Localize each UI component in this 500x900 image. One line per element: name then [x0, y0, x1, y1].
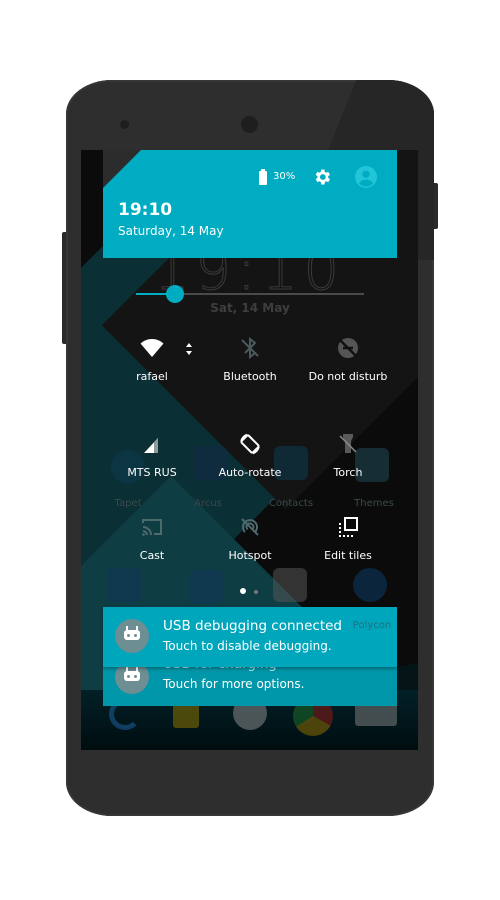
status-time: 19:10 — [118, 200, 173, 220]
gear-icon[interactable] — [312, 167, 332, 187]
tile-label: Hotspot — [228, 549, 272, 562]
tile-auto-rotate[interactable]: Auto-rotate — [200, 432, 300, 479]
tile-label: Auto-rotate — [218, 466, 282, 479]
tile-cast[interactable]: Cast — [102, 515, 202, 562]
app-icon-play-store — [273, 568, 307, 602]
android-debug-icon — [124, 626, 140, 640]
tile-label: rafael — [136, 370, 168, 383]
do-not-disturb-off-icon — [338, 338, 358, 358]
notification-usb-debugging[interactable]: USB debugging connected Touch to disable… — [103, 607, 397, 667]
tile-label: Edit tiles — [324, 549, 372, 562]
cellular-signal-icon — [144, 438, 158, 453]
proximity-sensor — [120, 120, 129, 129]
tile-label: MTS RUS — [127, 466, 177, 479]
tile-label: Do not disturb — [308, 370, 388, 383]
tile-torch[interactable]: Torch — [298, 432, 398, 479]
tile-label: Bluetooth — [223, 370, 277, 383]
notification-title: USB debugging connected — [163, 618, 343, 634]
wifi-icon — [140, 339, 164, 357]
page-indicator — [240, 579, 261, 598]
lockscreen-date: Sat, 14 May — [210, 301, 290, 315]
cast-icon — [142, 519, 162, 536]
battery-percent: 30% — [273, 171, 296, 182]
data-activity-icon — [186, 343, 192, 355]
page-dot[interactable] — [254, 590, 259, 594]
notification-usb-charging[interactable]: USB for charging Touch for more options. — [103, 656, 397, 706]
app-label-arcus: Arcus — [194, 498, 222, 509]
quick-settings-header: 30% 19:10 Saturday, 14 May — [103, 150, 397, 258]
app-label-tapet: Tapet — [114, 498, 142, 509]
battery-charging-icon — [259, 169, 267, 185]
tile-cellular[interactable]: MTS RUS — [102, 432, 202, 479]
app-icon-cloud — [189, 570, 223, 604]
page-dot-active[interactable] — [240, 588, 246, 594]
screen-rotation-icon — [240, 433, 260, 455]
front-camera — [241, 116, 258, 133]
tile-edit-tiles[interactable]: Edit tiles — [298, 515, 398, 562]
app-icon-polycon — [353, 568, 387, 602]
notification-icon — [115, 619, 149, 653]
status-date: Saturday, 14 May — [118, 224, 224, 238]
notification-text: Touch for more options. — [163, 677, 305, 691]
bluetooth-off-icon — [241, 336, 259, 360]
app-label-contacts: Contacts — [268, 498, 314, 509]
hotspot-off-icon — [241, 518, 259, 536]
edit-tiles-icon — [339, 517, 358, 537]
tile-do-not-disturb[interactable]: Do not disturb — [298, 336, 398, 383]
android-debug-icon — [124, 667, 140, 681]
tile-label: Torch — [333, 466, 363, 479]
app-label-polycon: Polycon — [352, 620, 392, 631]
flashlight-off-icon — [339, 434, 357, 453]
tile-hotspot[interactable]: Hotspot — [200, 515, 300, 562]
tile-label: Cast — [139, 549, 165, 562]
app-icon-gallery — [107, 568, 141, 602]
notification-text: Touch to disable debugging. — [163, 639, 332, 653]
app-label-themes: Themes — [354, 498, 394, 509]
account-circle-icon[interactable] — [355, 166, 377, 188]
tile-bluetooth[interactable]: Bluetooth — [200, 336, 300, 383]
